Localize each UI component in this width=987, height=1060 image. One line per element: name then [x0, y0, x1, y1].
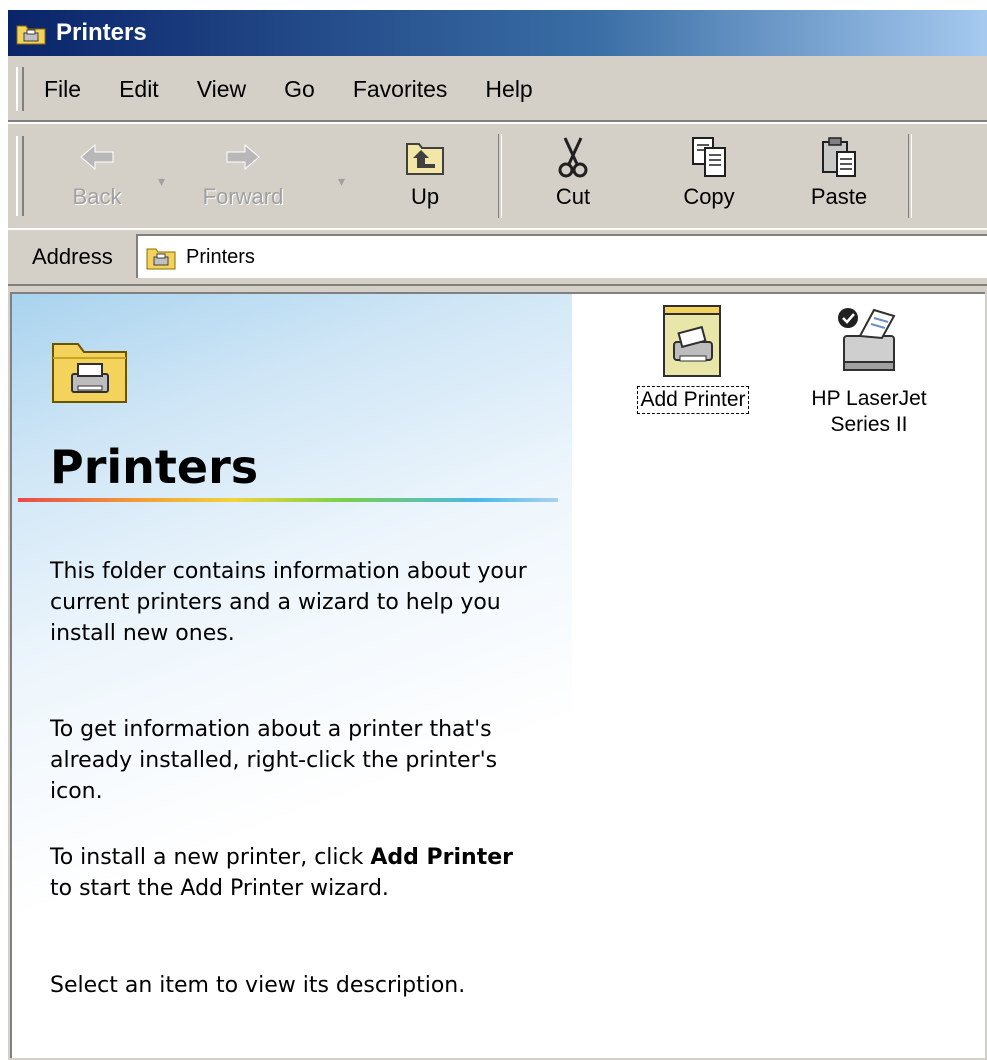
- menu-go[interactable]: Go: [282, 72, 317, 107]
- forward-button[interactable]: Forward: [188, 134, 298, 220]
- window-title: Printers: [56, 19, 147, 46]
- page-title: Printers: [50, 440, 259, 494]
- hp-laserjet-item[interactable]: HP LaserJet Series II: [794, 304, 944, 438]
- back-arrow-icon: [80, 143, 114, 171]
- back-label: Back: [72, 184, 122, 209]
- menu-help[interactable]: Help: [483, 72, 534, 107]
- add-printer-link-text: Add Printer: [370, 845, 513, 870]
- description-paragraph-4: Select an item to view its description.: [50, 973, 466, 998]
- back-dropdown-icon[interactable]: ▾: [158, 174, 168, 188]
- address-label: Address: [32, 244, 113, 269]
- address-bar: Address Printers: [8, 228, 987, 286]
- menu-file[interactable]: File: [42, 72, 83, 107]
- menu-edit[interactable]: Edit: [117, 72, 161, 107]
- copy-button[interactable]: Copy: [654, 134, 764, 220]
- toolbar-grip[interactable]: [16, 136, 24, 216]
- laser-printer-icon: [838, 308, 896, 371]
- printers-folder-icon: [146, 244, 176, 270]
- hp-laserjet-label: HP LaserJet Series II: [811, 386, 926, 438]
- cut-button[interactable]: Cut: [518, 134, 628, 220]
- description-paragraph-3: To install a new printer, click Add Prin…: [50, 842, 530, 904]
- paste-icon: [822, 137, 856, 177]
- printers-folder-icon: [16, 21, 46, 45]
- cut-label: Cut: [555, 184, 591, 209]
- address-value: Printers: [186, 245, 255, 268]
- toolbar-separator: [498, 134, 502, 218]
- scissors-icon: [558, 137, 588, 178]
- forward-dropdown-icon[interactable]: ▾: [338, 174, 348, 188]
- copy-icon: [692, 137, 726, 177]
- web-view-panel: Printers This folder contains informatio…: [12, 294, 572, 1058]
- menu-grip[interactable]: [16, 67, 24, 111]
- printers-folder-icon: [52, 343, 127, 403]
- back-button[interactable]: Back: [42, 134, 152, 220]
- copy-label: Copy: [683, 184, 735, 209]
- paste-button[interactable]: Paste: [784, 134, 894, 220]
- menu-bar: File Edit View Go Favorites Help: [8, 58, 987, 122]
- folder-content[interactable]: Printers This folder contains informatio…: [10, 292, 985, 1058]
- paste-label: Paste: [810, 184, 868, 209]
- up-label: Up: [410, 184, 440, 209]
- menu-favorites[interactable]: Favorites: [351, 72, 450, 107]
- description-paragraph-2: To get information about a printer that'…: [50, 717, 498, 804]
- title-bar[interactable]: Printers: [8, 10, 987, 56]
- menu-view[interactable]: View: [195, 72, 248, 107]
- rainbow-divider: [18, 498, 558, 502]
- add-printer-icon: [663, 305, 721, 377]
- description-paragraph-1: This folder contains information about y…: [50, 559, 527, 646]
- add-printer-item[interactable]: Add Printer: [618, 304, 768, 414]
- paragraph-3-prefix: To install a new printer, click: [50, 845, 371, 870]
- standard-toolbar: Back ▾ Forward ▾ Up Cut Copy Paste: [8, 122, 987, 230]
- forward-label: Forward: [202, 184, 284, 209]
- toolbar-separator: [908, 134, 912, 218]
- hp-laserjet-label-line2: Series II: [830, 413, 908, 436]
- add-printer-label: Add Printer: [637, 386, 749, 414]
- hp-laserjet-label-line1: HP LaserJet: [811, 387, 927, 410]
- explorer-window: Printers File Edit View Go Favorites Hel…: [6, 8, 987, 1060]
- up-button[interactable]: Up: [370, 134, 480, 220]
- up-folder-icon: [406, 143, 444, 175]
- paragraph-3-suffix: to start the Add Printer wizard.: [50, 876, 389, 901]
- forward-arrow-icon: [226, 143, 260, 171]
- address-input[interactable]: Printers: [136, 234, 987, 278]
